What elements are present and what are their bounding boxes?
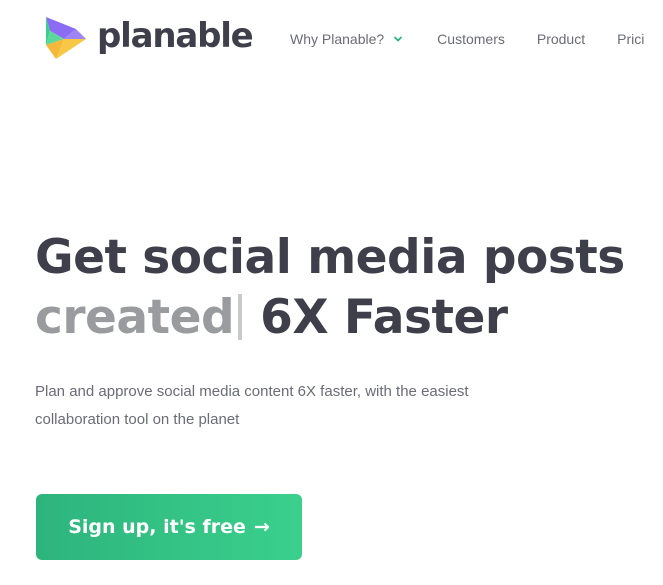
main-nav: Why Planable? Customers Product Prici [290, 30, 644, 48]
chevron-down-icon [394, 36, 403, 42]
page: planable Why Planable? Customers Product… [0, 0, 663, 585]
logo-wordmark: planable [97, 16, 254, 56]
hero-subtitle: Plan and approve social media content 6X… [35, 383, 469, 428]
planable-logo-mark-icon [46, 17, 86, 59]
hero-title-line-1: Get social media posts [35, 230, 625, 285]
hero-title-line-2: created 6X Faster [35, 288, 625, 348]
nav-item-label: Customers [437, 31, 505, 47]
signup-button-label: Sign up, it's free [68, 516, 246, 538]
nav-item-pricing[interactable]: Prici [617, 30, 644, 48]
nav-item-label: Prici [617, 31, 645, 47]
typed-word: created [35, 290, 235, 345]
nav-item-product[interactable]: Product [537, 30, 585, 48]
typing-caret [238, 294, 243, 340]
nav-item-customers[interactable]: Customers [437, 30, 505, 48]
nav-item-label: Why Planable? [290, 31, 385, 47]
nav-item-label: Product [536, 31, 586, 47]
hero-title-line-2-rest: 6X Faster [260, 290, 508, 345]
nav-item-why-planable[interactable]: Why Planable? [290, 30, 403, 48]
planable-logo[interactable]: planable [42, 15, 254, 61]
arrow-right-icon: → [253, 516, 270, 538]
signup-button[interactable]: Sign up, it's free → [36, 494, 302, 560]
hero-title: Get social media posts created 6X Faster [35, 228, 625, 348]
